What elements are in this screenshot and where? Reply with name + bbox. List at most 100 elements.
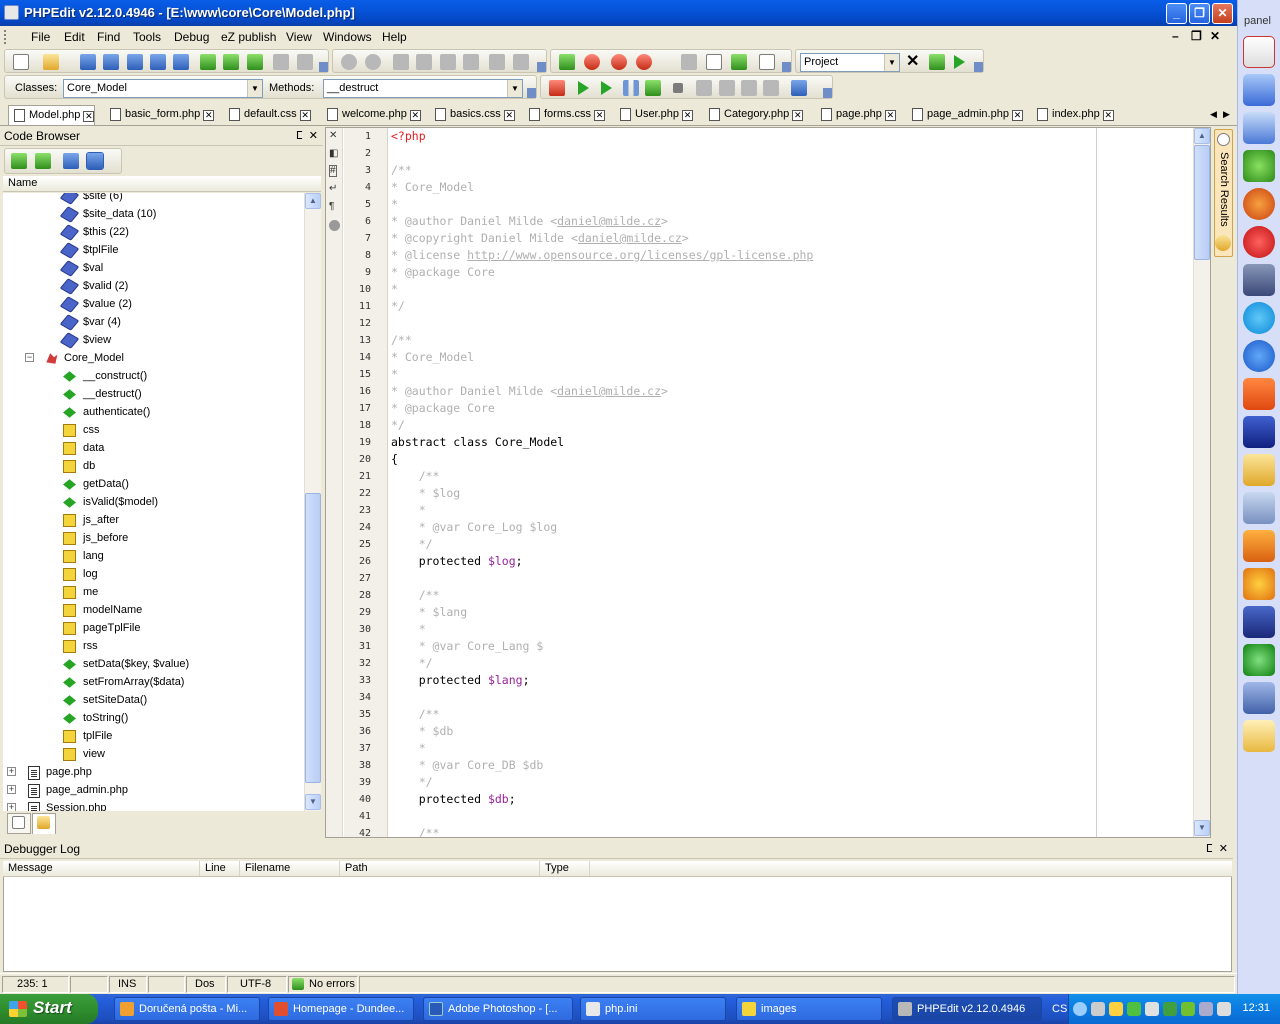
pause-icon[interactable] <box>623 80 639 96</box>
close-icon[interactable]: ✕ <box>409 110 421 121</box>
code-line[interactable]: * @copyright Daniel Milde <daniel@milde.… <box>391 230 689 247</box>
code-text-area[interactable]: <?php /** * Core_Model * * @author Daniel Mi… <box>391 128 1191 837</box>
chevron-down-icon[interactable]: ▼ <box>247 80 262 97</box>
browser-icon[interactable] <box>559 54 575 70</box>
menu-edit[interactable]: Edit <box>64 30 85 44</box>
code-line[interactable]: * Core_Model <box>391 349 474 366</box>
close-button[interactable]: ✕ <box>1212 3 1233 24</box>
tab-scroll-left-icon[interactable]: ◀ <box>1210 109 1217 120</box>
tab-index-php[interactable]: index.php ✕ <box>1032 105 1114 125</box>
tree-column-name[interactable]: Name <box>3 176 321 192</box>
code-line[interactable]: * <box>391 366 398 383</box>
collapse-icon[interactable]: − <box>25 353 34 362</box>
project-refresh-icon[interactable] <box>929 54 945 70</box>
run-to-return-icon[interactable] <box>763 80 779 96</box>
code-line[interactable]: * @license http://www.opensource.org/lic… <box>391 247 813 264</box>
code-line[interactable]: /** <box>391 162 412 179</box>
clock-app-icon[interactable] <box>1243 720 1275 752</box>
col-line[interactable]: Line <box>200 861 240 876</box>
code-line[interactable]: * <box>391 196 398 213</box>
close-icon[interactable]: ✕ <box>1011 110 1023 121</box>
code-line[interactable]: * <box>391 281 398 298</box>
error-status[interactable]: No errors <box>288 976 358 993</box>
col-type[interactable]: Type <box>540 861 590 876</box>
scroll-thumb[interactable] <box>305 493 321 783</box>
taskbar-button-mail[interactable]: Doručená pošta - Mi... <box>114 997 260 1021</box>
app-icon[interactable] <box>4 5 19 20</box>
menu-debug[interactable]: Debug <box>174 30 209 44</box>
col-filename[interactable]: Filename <box>240 861 340 876</box>
record-icon[interactable] <box>329 220 340 231</box>
tree-scrollbar[interactable]: ▲ ▼ <box>304 193 321 811</box>
tab-welcome-php[interactable]: welcome.php ✕ <box>322 105 421 125</box>
code-line[interactable]: * @var Core_DB $db <box>391 757 544 774</box>
code-line[interactable]: * $db <box>391 723 454 740</box>
stop-icon[interactable] <box>673 83 683 93</box>
run-icon[interactable] <box>578 81 589 95</box>
code-line[interactable]: * <box>391 502 426 519</box>
firefox-icon[interactable] <box>1243 188 1275 220</box>
code-line[interactable]: /** <box>391 332 412 349</box>
tray-volume-icon[interactable] <box>1217 1002 1231 1016</box>
skype-icon[interactable] <box>1243 302 1275 334</box>
code-line[interactable]: * $lang <box>391 604 467 621</box>
tab-user-php[interactable]: User.php ✕ <box>615 105 694 125</box>
code-line[interactable]: * <box>391 621 426 638</box>
code-line[interactable]: * @author Daniel Milde <daniel@milde.cz> <box>391 213 668 230</box>
menu-tools[interactable]: Tools <box>133 30 161 44</box>
tab-forms-css[interactable]: forms.css ✕ <box>524 105 606 125</box>
code-line[interactable]: /** <box>391 468 440 485</box>
new-file-icon[interactable] <box>13 54 29 70</box>
psi-icon[interactable] <box>1243 606 1275 638</box>
sort-alpha-icon[interactable] <box>86 152 104 170</box>
menu-view[interactable]: View <box>286 30 312 44</box>
scroll-down-icon[interactable]: ▼ <box>1194 820 1210 836</box>
step-all-icon[interactable] <box>645 80 661 96</box>
debug-icon[interactable] <box>549 80 565 96</box>
tab-default-css[interactable]: default.css ✕ <box>224 105 311 125</box>
minimize-button[interactable]: _ <box>1166 3 1187 24</box>
scroll-up-icon[interactable]: ▲ <box>305 193 321 209</box>
eye-icon[interactable] <box>1243 644 1275 676</box>
breakpoint-icon[interactable] <box>584 54 600 70</box>
scroll-down-icon[interactable]: ▼ <box>305 794 321 810</box>
code-line[interactable]: * @var Core_Lang $ <box>391 638 544 655</box>
insert-mode[interactable]: INS <box>109 976 147 993</box>
editor-scrollbar[interactable]: ▲ ▼ <box>1193 128 1210 837</box>
save-copy-icon[interactable] <box>127 54 143 70</box>
print-icon[interactable] <box>297 54 313 70</box>
toolbar-overflow-icon[interactable] <box>319 62 328 72</box>
copy-icon[interactable] <box>416 54 432 70</box>
tab-page-admin-php[interactable]: page_admin.php ✕ <box>907 105 1023 125</box>
layout-icon[interactable] <box>791 80 807 96</box>
close-icon[interactable]: ✕ <box>83 111 95 122</box>
run-project-icon[interactable] <box>954 55 965 69</box>
taskbar-button-php-ini[interactable]: php.ini <box>580 997 726 1021</box>
watch-icon[interactable] <box>611 54 627 70</box>
hash-icon[interactable]: # <box>329 165 337 177</box>
close-icon[interactable]: ✕ <box>682 110 694 121</box>
code-line[interactable]: * @var Core_Log $log <box>391 519 557 536</box>
sort-icon[interactable] <box>63 153 79 169</box>
close-icon[interactable]: ✕ <box>299 110 311 121</box>
line-ending[interactable]: Dos <box>186 976 226 993</box>
encoding[interactable]: UTF-8 <box>227 976 287 993</box>
tab-category-php[interactable]: Category.php ✕ <box>704 105 804 125</box>
mdi-restore-button[interactable]: ❐ <box>1191 29 1202 43</box>
scroll-up-icon[interactable]: ▲ <box>1194 128 1210 144</box>
code-line[interactable]: * @package Core <box>391 400 495 417</box>
save-icon[interactable] <box>80 54 96 70</box>
close-icon[interactable]: ✕ <box>594 110 606 121</box>
step-over-icon[interactable] <box>719 80 735 96</box>
menu-grip[interactable] <box>4 30 7 44</box>
bookmark-icon[interactable]: ◧ <box>329 148 338 159</box>
tray-expand-icon[interactable] <box>1073 1002 1087 1016</box>
taskbar-button-images[interactable]: images <box>736 997 882 1021</box>
code-line[interactable]: /** <box>391 825 440 837</box>
close-icon[interactable]: ✕ <box>1102 110 1114 121</box>
floppy-icon[interactable] <box>1243 416 1275 448</box>
language-indicator[interactable]: CS <box>1052 1003 1067 1015</box>
taskbar-button-browser[interactable]: Homepage - Dundee... <box>268 997 414 1021</box>
run-to-cursor-icon[interactable] <box>601 81 612 95</box>
code-editor[interactable]: ✕ ◧ # ↵ ¶ 1 2 3 4 5 6 7 8 9 10 11 12 13 14 15 16 17 18 19 2… <box>325 127 1211 839</box>
